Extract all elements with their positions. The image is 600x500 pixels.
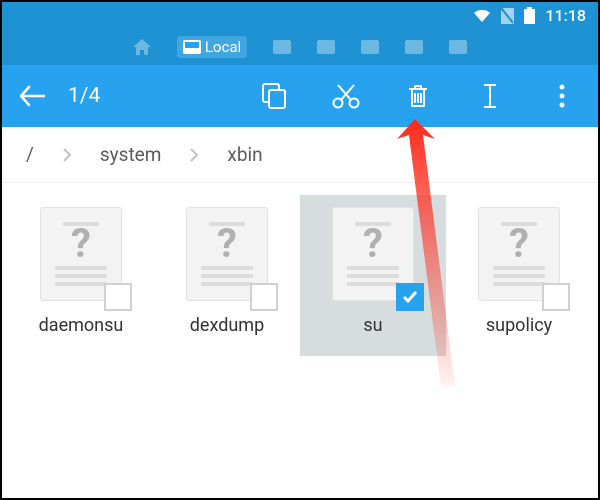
tab-local[interactable]: Local bbox=[177, 36, 247, 58]
cut-button[interactable] bbox=[310, 83, 382, 109]
clock-text: 11:18 bbox=[545, 6, 586, 25]
breadcrumb-system[interactable]: system bbox=[100, 143, 162, 166]
breadcrumb: / system xbin bbox=[2, 127, 598, 183]
back-button[interactable] bbox=[2, 85, 62, 107]
selection-checkbox[interactable] bbox=[542, 283, 570, 311]
selection-checkbox[interactable] bbox=[104, 283, 132, 311]
tab-extra-5-icon[interactable] bbox=[449, 40, 467, 54]
file-item[interactable]: ? su bbox=[300, 195, 446, 356]
tabs-bar: Local bbox=[2, 29, 598, 65]
file-name: daemonsu bbox=[39, 315, 124, 336]
selection-checkbox[interactable] bbox=[396, 283, 424, 311]
copy-button[interactable] bbox=[238, 83, 310, 109]
wifi-icon bbox=[473, 9, 491, 23]
file-name: su bbox=[363, 315, 382, 336]
selection-counter: 1/4 bbox=[68, 84, 100, 108]
file-name: supolicy bbox=[486, 315, 552, 336]
tab-extra-4-icon[interactable] bbox=[405, 40, 423, 54]
tab-local-label: Local bbox=[205, 38, 241, 56]
action-bar: 1/4 bbox=[2, 65, 598, 127]
chevron-right-icon bbox=[189, 147, 199, 163]
file-icon: ? bbox=[478, 207, 560, 301]
status-bar: 11:18 bbox=[2, 2, 598, 29]
selection-checkbox[interactable] bbox=[250, 283, 278, 311]
home-icon[interactable] bbox=[133, 39, 151, 55]
more-button[interactable] bbox=[526, 84, 598, 108]
file-icon: ? bbox=[40, 207, 122, 301]
tab-extra-3-icon[interactable] bbox=[361, 40, 379, 54]
tab-extra-1-icon[interactable] bbox=[273, 40, 291, 54]
file-item[interactable]: ? daemonsu bbox=[8, 195, 154, 356]
delete-button[interactable] bbox=[382, 83, 454, 109]
file-item[interactable]: ? supolicy bbox=[446, 195, 592, 356]
sim-icon bbox=[501, 8, 514, 24]
chevron-right-icon bbox=[62, 147, 72, 163]
file-name: dexdump bbox=[190, 315, 264, 336]
battery-icon bbox=[524, 7, 535, 24]
file-grid: ? daemonsu ? dexdump ? bbox=[2, 183, 598, 368]
tab-extra-2-icon[interactable] bbox=[317, 40, 335, 54]
breadcrumb-root[interactable]: / bbox=[26, 143, 34, 166]
file-item[interactable]: ? dexdump bbox=[154, 195, 300, 356]
rename-button[interactable] bbox=[454, 82, 526, 110]
file-icon: ? bbox=[186, 207, 268, 301]
file-icon: ? bbox=[332, 207, 414, 301]
breadcrumb-xbin[interactable]: xbin bbox=[227, 143, 262, 166]
